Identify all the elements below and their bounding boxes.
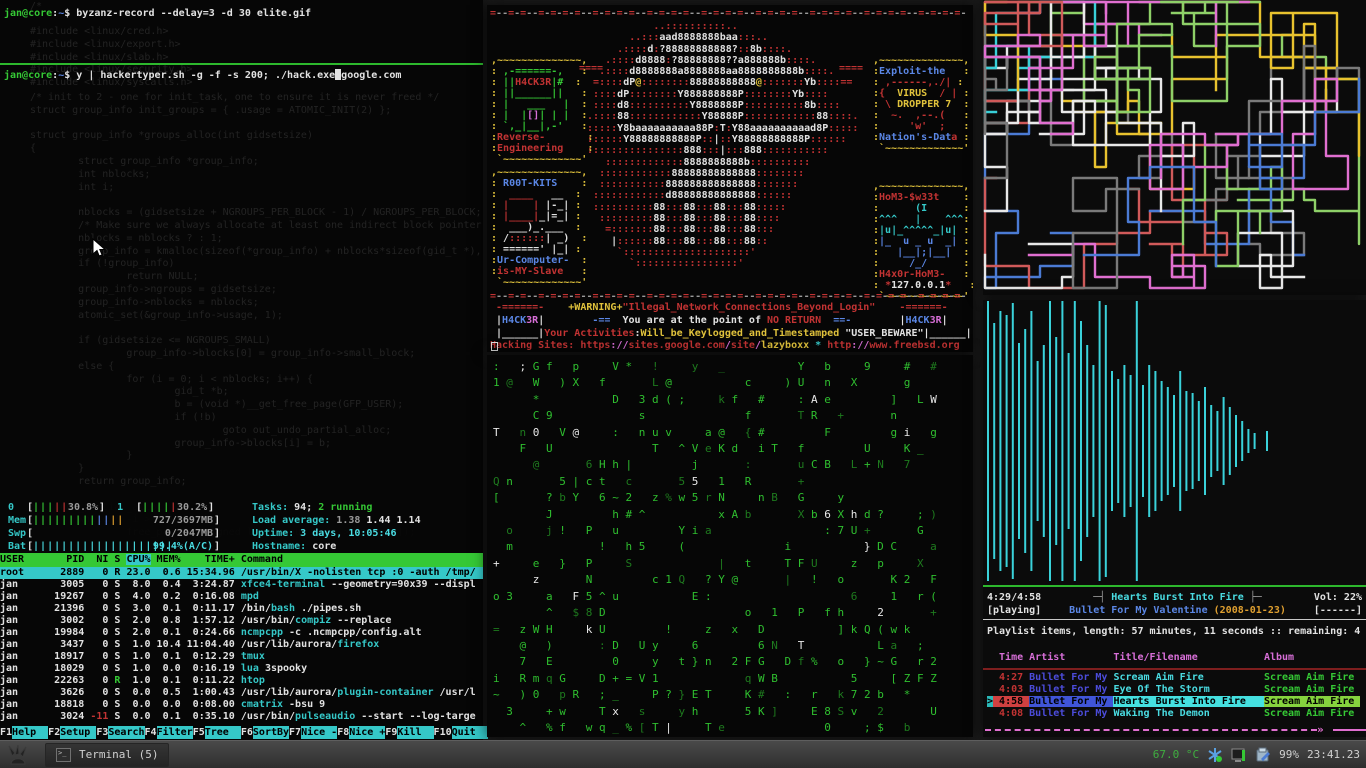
- htop-fkey-F2[interactable]: F2Setup: [48, 726, 96, 739]
- pipes-window[interactable]: [983, 0, 1366, 295]
- banner-warning-text: -======- +WARNING+"Illegal_Network_Conne…: [490, 302, 972, 352]
- taskbar: >_ Terminal (5) 67.0 °C 99% 23:41.23: [0, 740, 1366, 768]
- htop-process-list: root 2889 0 R 23.0 0.6 15:34.96 /usr/bin…: [0, 567, 483, 723]
- header-separator: [983, 668, 1366, 670]
- htop-process-row[interactable]: jan 18029 0 S 1.0 0.0 0:16.19 lua 3spook…: [0, 663, 483, 675]
- htop-fkey-F9[interactable]: F9Kill: [385, 726, 433, 739]
- ascii-skull-art: ..::::::::::.. ..:::aad8888888baa:::.. .…: [587, 21, 858, 270]
- htop-fkey-F6[interactable]: F6SortBy: [241, 726, 289, 739]
- shell-prompt-1: jan@core:~$ byzanz-record --delay=3 -d 3…: [4, 7, 311, 20]
- playlist-row[interactable]: 4:03 Bullet For My Eye Of The Storm Scre…: [987, 684, 1360, 696]
- tray-clipboard-icon[interactable]: [1255, 747, 1271, 763]
- htop-function-keys: F1Help F2Setup F3SearchF4FilterF5Tree F6…: [0, 726, 483, 739]
- banner-border-top: =--=-=--=-=-=-=--=-=-=-=--=-=-=-=--=-=-=…: [490, 8, 966, 19]
- htop-window[interactable]: 0[|||||30.8%] 1[|||||30.2%]Mem[|||||||||…: [0, 497, 483, 740]
- battery-percentage: 99%: [1279, 748, 1299, 761]
- launcher-claw-icon[interactable]: [5, 744, 31, 766]
- banner-connector-left: ====: [579, 63, 603, 74]
- track-artist-date: Bullet For My Valentine (2008-01-23): [1069, 604, 1286, 617]
- terminal-code-window[interactable]: /* jan@core:~$ byzanz-record --delay=3 -…: [0, 0, 483, 740]
- banner-connector-right: ====: [839, 63, 863, 74]
- tray-display-icon[interactable]: [1231, 747, 1247, 763]
- player-state-badge: [playing]: [987, 604, 1041, 617]
- pipes-art: [983, 0, 1366, 295]
- htop-fkey-F7[interactable]: F7Nice -: [289, 726, 337, 739]
- volume-bar[interactable]: [------]: [1314, 604, 1362, 617]
- tray-snowflake-icon[interactable]: [1207, 747, 1223, 763]
- htop-system-info: Tasks: 94; 2 runningLoad average: 1.38 1…: [252, 501, 421, 553]
- volume-indicator[interactable]: Vol: 22%: [1314, 591, 1362, 604]
- clock[interactable]: 23:41.23: [1307, 748, 1360, 761]
- matrix-rain: : ; G f p V * ! y _ Y b 9 # # 1 @ W ) X …: [487, 355, 973, 736]
- htop-process-row[interactable]: jan 22263 0 R 1.0 0.1 0:11.22 htop: [0, 675, 483, 687]
- track-elapsed-time: 4:29/4:58: [987, 591, 1041, 604]
- cpu-temperature: 67.0 °C: [1153, 748, 1199, 761]
- playlist-scroll-line-end: [1333, 729, 1366, 731]
- playlist-row-selected[interactable]: > 4:58 Bullet For My Hearts Burst Into F…: [987, 696, 1360, 708]
- htop-process-row[interactable]: jan 3626 0 S 0.0 0.5 1:00.43 /usr/lib/au…: [0, 687, 483, 699]
- taskbar-window-button[interactable]: >_ Terminal (5): [45, 743, 169, 767]
- banner-box-rootkits: ,~~~~~~~~~~~~~~,: R00T-KITS :: ____ __ :…: [491, 167, 587, 288]
- audio-visualizer: [983, 300, 1366, 585]
- pane-divider: [0, 63, 483, 65]
- htop-process-row[interactable]: jan 19984 0 S 2.0 0.1 0:24.66 ncmpcpp -c…: [0, 627, 483, 639]
- htop-process-row[interactable]: jan 18818 0 S 0.0 0.0 0:08.00 cmatrix -b…: [0, 699, 483, 711]
- htop-process-row[interactable]: jan 3005 0 S 8.0 0.4 3:24.87 xfce4-termi…: [0, 579, 483, 591]
- desktop: /* jan@core:~$ byzanz-record --delay=3 -…: [0, 0, 1366, 768]
- cmatrix-window[interactable]: : ; G f p V * ! y _ Y b 9 # # 1 @ W ) X …: [487, 355, 973, 737]
- playlist-summary: Playlist items, length: 57 minutes, 11 s…: [987, 625, 1360, 638]
- scroll-arrow-icon: »: [1317, 723, 1324, 736]
- htop-table-header[interactable]: USER PID NI S CPU% MEM% TIME+ Command: [0, 553, 483, 567]
- ascii-banner-window[interactable]: =--=-=--=-=-=-=--=-=-=-=--=-=-=-=--=-=-=…: [487, 5, 973, 352]
- htop-fkey-F3[interactable]: F3Search: [96, 726, 144, 739]
- visualizer-separator: [983, 585, 1366, 587]
- music-player-window[interactable]: 4:29/4:58 ─┤ Hearts Burst Into Fire ├─ V…: [983, 300, 1366, 737]
- htop-process-row[interactable]: jan 19267 0 S 4.0 0.2 0:16.08 mpd: [0, 591, 483, 603]
- mouse-cursor: [92, 238, 106, 258]
- htop-fkey-F1[interactable]: F1Help: [0, 726, 48, 739]
- taskbar-window-label: Terminal (5): [79, 748, 158, 761]
- banner-box-home-sweet: ,~~~~~~~~~~~~~~,:HoM3-$w33t :: (I ::^^^ …: [873, 181, 973, 302]
- track-title: ─┤ Hearts Burst Into Fire ├─: [1093, 591, 1262, 604]
- htop-fkey-F4[interactable]: F4Filter: [145, 726, 193, 739]
- htop-process-row[interactable]: jan 21396 0 S 3.0 0.1 0:11.17 /bin/bash …: [0, 603, 483, 615]
- banner-box-virus-dropper: ,~~~~~~~~~~~~~~,:Exploit-the :: ,------,…: [873, 55, 969, 154]
- htop-process-row[interactable]: jan 3437 0 S 1.0 10.4 11:04.40 /usr/lib/…: [0, 639, 483, 651]
- htop-process-row[interactable]: jan 18917 0 S 1.0 0.1 0:12.29 tmux: [0, 651, 483, 663]
- playlist-row[interactable]: 4:08 Bullet For My Waking The Demon Scre…: [987, 708, 1360, 720]
- htop-process-row[interactable]: jan 3002 0 S 2.0 0.8 1:57.12 /usr/bin/co…: [0, 615, 483, 627]
- terminal-icon: >_: [56, 748, 71, 762]
- playlist-column-headers: Time Artist Title/Filename Album: [987, 651, 1294, 664]
- shell-prompt-2[interactable]: jan@core:~$ y | hackertyper.sh -g -f -s …: [4, 69, 401, 82]
- htop-meters: 0[|||||30.8%] 1[|||||30.2%]Mem[|||||||||…: [8, 501, 220, 553]
- htop-fkey-F8[interactable]: F8Nice +: [337, 726, 385, 739]
- htop-process-row[interactable]: jan 3024 -11 S 0.0 0.1 0:35.10 /usr/bin/…: [0, 711, 483, 723]
- playlist-row[interactable]: 4:27 Bullet For My Scream Aim Fire Screa…: [987, 672, 1360, 684]
- terminal-cursor: [491, 342, 498, 351]
- playlist: 4:27 Bullet For My Scream Aim Fire Screa…: [987, 672, 1360, 720]
- htop-fkey-F10[interactable]: F10Quit: [434, 726, 488, 739]
- banner-border-mid: =--=-=--=-=-=-=--=-=-=-=--=-=-=-=--=-=-=…: [490, 291, 966, 302]
- status-separator: [983, 619, 1366, 620]
- htop-process-row[interactable]: root 2889 0 R 23.0 0.6 15:34.96 /usr/bin…: [0, 567, 483, 579]
- faint-kernel-code: /* init to 2 - one for init_task, one to…: [30, 92, 548, 540]
- playlist-scroll-line: [985, 729, 1317, 731]
- htop-fkey-F5[interactable]: F5Tree: [193, 726, 241, 739]
